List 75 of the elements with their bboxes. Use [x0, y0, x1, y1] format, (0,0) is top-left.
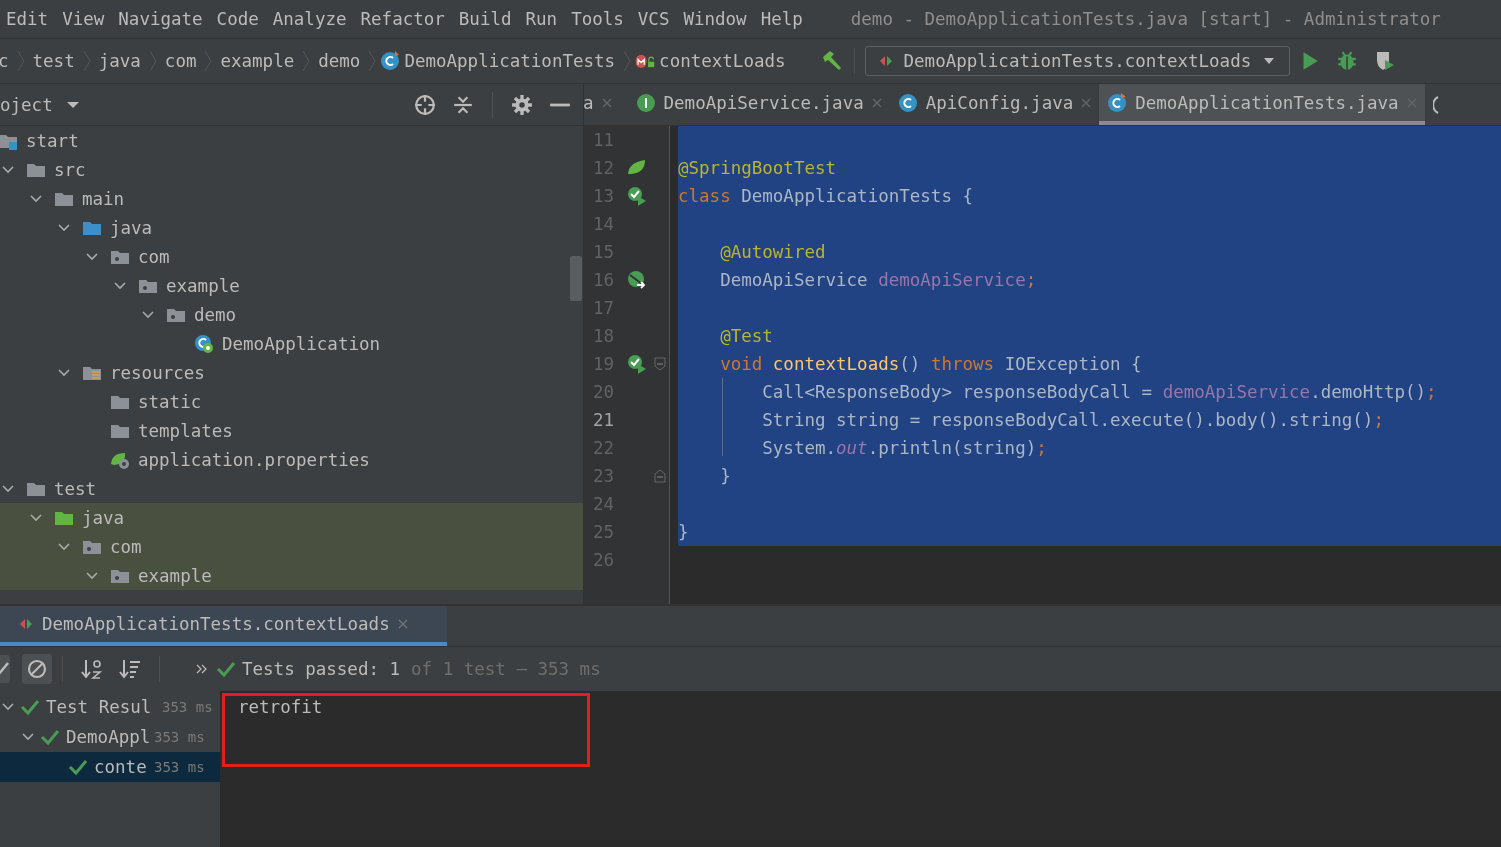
menu-item[interactable]: Help	[760, 9, 803, 29]
menu-item[interactable]: Code	[216, 9, 259, 29]
breadcrumb[interactable]: com	[164, 51, 197, 71]
chevron-icon	[82, 49, 91, 73]
breadcrumb[interactable]: example	[220, 51, 295, 71]
more-icon[interactable]	[196, 664, 208, 674]
tree-item[interactable]: com	[138, 246, 170, 267]
editor-tab[interactable]: DemoApiService.java	[627, 84, 890, 125]
locate-icon[interactable]	[414, 93, 436, 116]
chevron-icon	[302, 49, 311, 73]
run-test-icon[interactable]	[627, 186, 647, 206]
settings-icon[interactable]	[511, 93, 533, 116]
chevron-icon	[16, 49, 25, 73]
tree-item[interactable]: java	[82, 507, 125, 528]
run-config-dropdown[interactable]: DemoApplicationTests.contextLoads	[864, 46, 1291, 76]
menu-item[interactable]: Analyze	[272, 9, 347, 29]
menu-item[interactable]: Window	[683, 9, 747, 29]
run-test-icon[interactable]	[627, 354, 647, 374]
panel-title[interactable]: oject	[0, 94, 53, 115]
stop-icon[interactable]	[22, 654, 52, 684]
chevron-icon	[368, 49, 377, 73]
tree-item[interactable]: DemoApplication	[222, 333, 381, 354]
breadcrumb[interactable]: java	[98, 51, 141, 71]
console-output: retrofit	[238, 696, 324, 719]
window-title: demo - DemoApplicationTests.java [start] - Administrator	[850, 9, 1441, 29]
chevron-icon	[204, 49, 213, 73]
breadcrumb[interactable]: test	[32, 51, 75, 71]
tree-item[interactable]: java	[110, 217, 153, 238]
scrollbar-thumb[interactable]	[570, 256, 582, 301]
editor-tab[interactable]: ApiConfig.java	[889, 84, 1100, 125]
menu-item[interactable]: Edit	[6, 9, 49, 29]
sort-alpha-icon[interactable]	[81, 658, 103, 680]
test-summary: Tests passed: 1	[242, 659, 401, 679]
interface-icon	[635, 92, 656, 113]
editor-tab[interactable]: a	[583, 84, 620, 125]
test-row[interactable]: conte 353 ms	[0, 752, 220, 782]
tree-item[interactable]: example	[138, 565, 212, 586]
tree-item[interactable]: application.properties	[138, 449, 370, 470]
bug-icon[interactable]	[1336, 50, 1359, 72]
menu-item[interactable]: Build	[458, 9, 512, 29]
tree-item[interactable]: static	[138, 391, 202, 412]
breadcrumb[interactable]: demo	[318, 51, 361, 71]
test-row[interactable]: Test Resul 353 ms	[0, 692, 220, 722]
check-icon	[40, 727, 60, 747]
editor-tab[interactable]: DemoApplicationTests.java	[1099, 84, 1425, 125]
tree-item[interactable]: templates	[138, 420, 233, 441]
chevron-icon	[148, 49, 157, 73]
menu-item[interactable]: Refactor	[360, 9, 445, 29]
tree-item[interactable]: main	[82, 188, 125, 209]
tree-item[interactable]: resources	[110, 362, 205, 383]
line-number: 21	[591, 410, 614, 430]
check-icon	[68, 757, 88, 777]
run-tab[interactable]: DemoApplicationTests.contextLoads	[0, 606, 447, 646]
test-row[interactable]: DemoAppl 353 ms	[0, 722, 220, 752]
breadcrumb[interactable]: c	[0, 51, 9, 71]
menu-item[interactable]: VCS	[637, 9, 670, 29]
tree-item[interactable]: demo	[194, 304, 237, 325]
menu-item[interactable]: Tools	[571, 9, 624, 29]
menu-item[interactable]: Run	[525, 9, 558, 29]
tree-item[interactable]: example	[166, 275, 240, 296]
check-icon	[20, 697, 40, 717]
tree-item[interactable]: src	[54, 159, 86, 180]
tree-item[interactable]: start	[26, 130, 79, 151]
check-icon	[216, 659, 236, 679]
tree-item[interactable]: test	[54, 478, 97, 499]
test-arrows-icon	[18, 616, 34, 632]
breadcrumb[interactable]: DemoApplicationTests	[404, 51, 616, 71]
bean-icon[interactable]	[627, 270, 647, 290]
edit-icon[interactable]	[0, 655, 12, 683]
tree-item[interactable]: com	[110, 536, 142, 557]
chevron-icon	[623, 49, 632, 73]
menu-item[interactable]: Navigate	[118, 9, 203, 29]
sort-duration-icon[interactable]	[119, 658, 141, 680]
breadcrumb[interactable]: contextLoads	[659, 51, 786, 71]
menu-item[interactable]: View	[62, 9, 105, 29]
